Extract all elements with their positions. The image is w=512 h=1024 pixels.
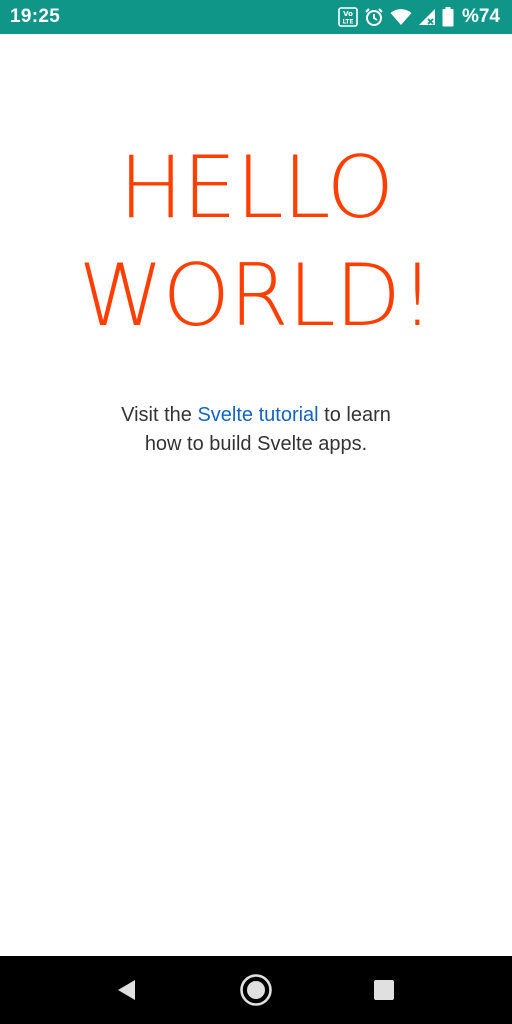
status-time: 19:25 <box>10 6 61 27</box>
home-button[interactable] <box>234 956 278 1024</box>
title-line-2: world! <box>78 246 434 346</box>
wifi-icon <box>390 6 412 28</box>
back-button[interactable] <box>104 956 148 1024</box>
svg-text:LTE: LTE <box>342 19 353 26</box>
main-content: Hello world! Visit the Svelte tutorial t… <box>0 34 512 956</box>
page-title: Hello world! <box>0 134 512 350</box>
battery-icon <box>442 6 454 28</box>
svelte-tutorial-link[interactable]: Svelte tutorial <box>197 404 318 426</box>
alarm-icon <box>364 6 384 28</box>
svg-text:Vo: Vo <box>343 10 353 18</box>
back-icon <box>118 980 135 1000</box>
intro-text-before: Visit the <box>121 404 198 426</box>
title-line-1: Hello <box>118 138 394 238</box>
recents-icon <box>374 980 394 1000</box>
recents-button[interactable] <box>362 956 406 1024</box>
status-icons: Vo LTE %74 <box>338 6 500 28</box>
app-screen: 19:25 Vo LTE %74 HELLO WORLD! Visit the … <box>0 0 512 1024</box>
navigation-bar <box>0 956 512 1024</box>
battery-percentage: %74 <box>461 6 500 27</box>
home-icon <box>240 974 272 1006</box>
intro-text-line-2: how to build Svelte apps. <box>144 433 368 455</box>
intro-text-after: to learn <box>318 404 391 426</box>
volte-icon: Vo LTE <box>338 6 358 28</box>
status-bar: 19:25 Vo LTE %74 <box>0 0 512 34</box>
intro-text: Visit the Svelte tutorial to learn how to… <box>56 401 456 459</box>
signal-icon <box>418 6 436 28</box>
